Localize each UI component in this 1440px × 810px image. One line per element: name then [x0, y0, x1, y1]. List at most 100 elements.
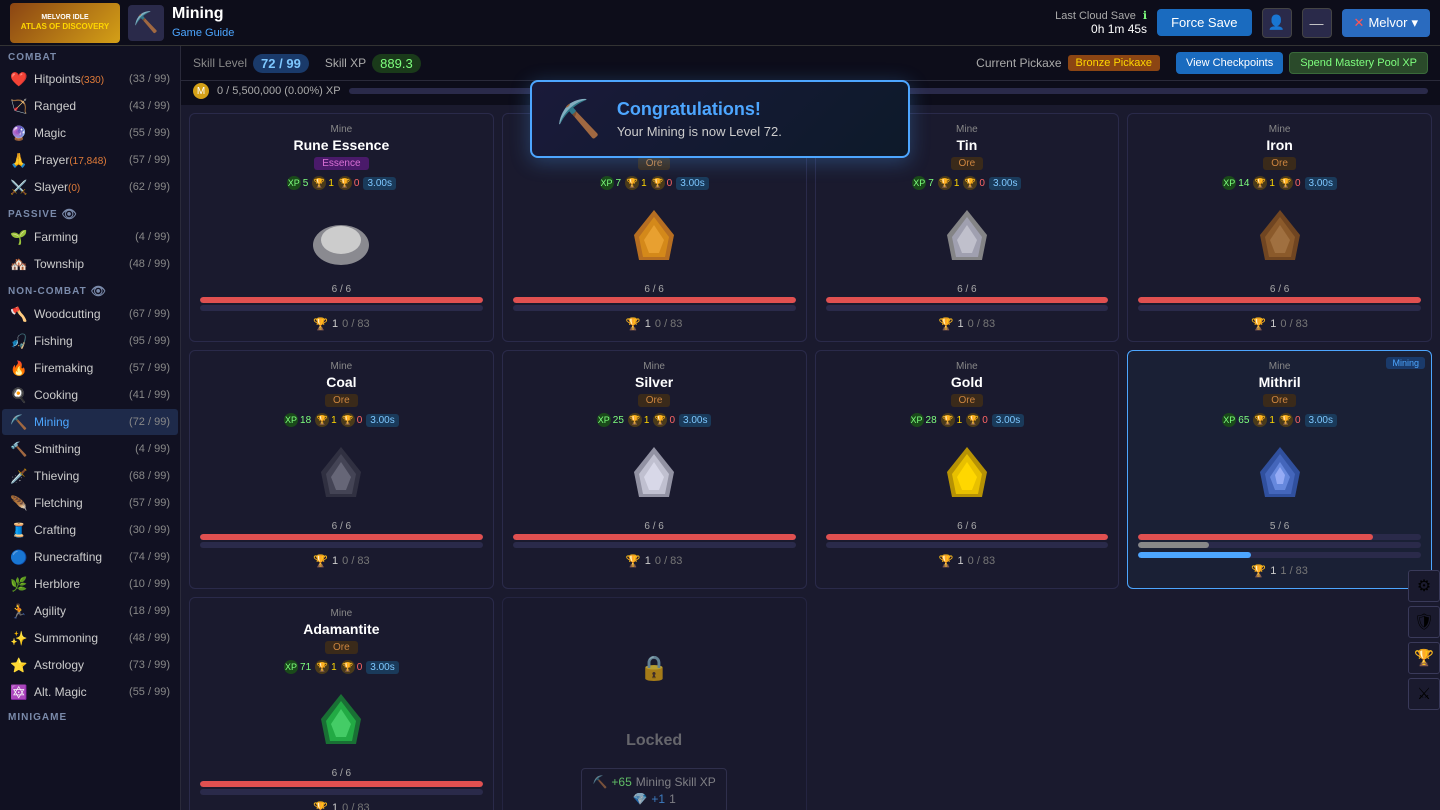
sidebar-item-runecrafting[interactable]: 🔵 Runecrafting (74 / 99)	[2, 544, 178, 570]
trophy-icon: 🏆	[1253, 176, 1267, 190]
mine-zero-stat: 🏆 0	[338, 176, 360, 190]
sidebar-item-fletching[interactable]: 🪶 Fletching (57 / 99)	[2, 490, 178, 516]
trophy-icon: 🏆	[625, 176, 639, 190]
mine-card-adamantite[interactable]: Mine Adamantite Ore XP 71 🏆 1 🏆 0	[189, 597, 494, 810]
sidebar: COMBAT ❤️ Hitpoints(330) (33 / 99) 🏹 Ran…	[0, 46, 181, 810]
mastery-value: 1	[958, 555, 964, 567]
mine-hp-fill	[1138, 534, 1373, 540]
sword-button[interactable]: ⚔	[1408, 678, 1440, 710]
mine-interval: 3.00s	[1305, 414, 1337, 427]
sidebar-item-woodcutting[interactable]: 🪓 Woodcutting (67 / 99)	[2, 301, 178, 327]
sidebar-item-herblore[interactable]: 🌿 Herblore (10 / 99)	[2, 571, 178, 597]
mine-card-coal[interactable]: Mine Coal Ore XP 18 🏆 1 🏆 0	[189, 350, 494, 589]
mine-card-locked[interactable]: 🔒 Locked ⛏️ +65 Mining Skill XP 💎 +1 1	[502, 597, 807, 810]
mine-hp-text: 6 / 6	[644, 284, 663, 295]
sidebar-item-magic[interactable]: 🔮 Magic (55 / 99)	[2, 120, 178, 146]
trophy-icon: 🏆	[628, 413, 642, 427]
mine-mastery-row: 🏆 1 0 / 83	[313, 317, 370, 331]
mine-name: Coal	[326, 374, 356, 390]
mine-action: Mine	[331, 361, 353, 372]
sidebar-item-ranged[interactable]: 🏹 Ranged (43 / 99)	[2, 93, 178, 119]
mine-stats-row: XP 28 🏆 1 🏆 0 3.00s	[910, 413, 1025, 427]
mine-zero-stat: 🏆 0	[341, 660, 363, 674]
sidebar-item-mining[interactable]: ⛏️ Mining (72 / 99)	[2, 409, 178, 435]
zero-icon: 🏆	[1279, 413, 1293, 427]
congratulations-popup: ⛏️ Congratulations! Your Mining is now L…	[530, 80, 910, 158]
mastery-progress-bar	[1138, 542, 1421, 548]
locked-text: Locked	[626, 732, 682, 750]
mine-xp-stat: XP 71	[284, 660, 311, 674]
mine-hp-fill	[200, 297, 483, 303]
spend-mastery-button[interactable]: Spend Mastery Pool XP	[1289, 52, 1428, 74]
sidebar-item-cooking[interactable]: 🍳 Cooking (41 / 99)	[2, 382, 178, 408]
mining-grid: Mine Rune Essence Essence XP 5 🏆 1 🏆 0	[181, 105, 1440, 810]
mine-card-iron[interactable]: Mine Iron Ore XP 14 🏆 1 🏆 0	[1127, 113, 1432, 342]
mine-progress-bar	[826, 542, 1109, 548]
ore-badge: Ore	[1263, 157, 1296, 170]
force-save-button[interactable]: Force Save	[1157, 9, 1251, 36]
sidebar-item-farming[interactable]: 🌱 Farming (4 / 99)	[2, 224, 178, 250]
mine-hp-bar	[200, 297, 483, 303]
trophy-button[interactable]: 🏆	[1408, 642, 1440, 674]
mine-mastery-row: 🏆 1 0 / 83	[313, 554, 370, 568]
zero-icon: 🏆	[966, 413, 980, 427]
view-checkpoints-button[interactable]: View Checkpoints	[1176, 52, 1283, 74]
mine-stats-row: XP 18 🏆 1 🏆 0 3.00s	[284, 413, 399, 427]
skill-guide-link[interactable]: Game Guide	[172, 27, 234, 39]
mine-zero-stat: 🏆 0	[651, 176, 673, 190]
mine-card-silver[interactable]: Mine Silver Ore XP 25 🏆 1 🏆 0	[502, 350, 807, 589]
mine-trophy-stat: 🏆 1	[625, 176, 647, 190]
sidebar-item-alt-magic[interactable]: 🔯 Alt. Magic (55 / 99)	[2, 679, 178, 705]
sidebar-item-crafting[interactable]: 🧵 Crafting (30 / 99)	[2, 517, 178, 543]
mine-card-rune-essence[interactable]: Mine Rune Essence Essence XP 5 🏆 1 🏆 0	[189, 113, 494, 342]
sidebar-item-summoning[interactable]: ✨ Summoning (48 / 99)	[2, 625, 178, 651]
mastery-progress-text: 0 / 83	[655, 318, 683, 330]
mine-zero-stat: 🏆 0	[653, 413, 675, 427]
menu-icon-btn[interactable]: —	[1302, 8, 1332, 38]
mastery-progress-text: 0 / 83	[342, 318, 370, 330]
trophy-icon: 🏆	[315, 660, 329, 674]
mine-card-mithril[interactable]: Mining Mine Mithril Ore XP 65 🏆 1 🏆 0	[1127, 350, 1432, 589]
sidebar-item-smithing[interactable]: 🔨 Smithing (4 / 99)	[2, 436, 178, 462]
mastery-progress-text: 0 / 83	[655, 555, 683, 567]
account-button[interactable]: ✕ Melvor ▾	[1342, 9, 1430, 37]
game-logo[interactable]: MELVOR IDLE ATLAS OF DISCOVERY	[10, 3, 120, 43]
congrats-text-area: Congratulations! Your Mining is now Leve…	[617, 99, 782, 139]
sidebar-item-fishing[interactable]: 🎣 Fishing (95 / 99)	[2, 328, 178, 354]
fishing-icon: 🎣	[10, 332, 28, 350]
gear-button[interactable]: ⚙	[1408, 570, 1440, 602]
sidebar-item-astrology[interactable]: ⭐ Astrology (73 / 99)	[2, 652, 178, 678]
mastery-value: 1	[332, 318, 338, 330]
skill-xp-display: Skill XP 889.3	[325, 54, 421, 73]
sidebar-item-hitpoints[interactable]: ❤️ Hitpoints(330) (33 / 99)	[2, 66, 178, 92]
sidebar-item-thieving[interactable]: 🗡️ Thieving (68 / 99)	[2, 463, 178, 489]
sidebar-item-slayer[interactable]: ⚔️ Slayer(0) (62 / 99)	[2, 174, 178, 200]
sidebar-item-prayer[interactable]: 🙏 Prayer(17,848) (57 / 99)	[2, 147, 178, 173]
shield-button[interactable]: 🛡	[1408, 606, 1440, 638]
mastery-value: 1	[332, 802, 338, 810]
mine-xp-stat: XP 14	[1222, 176, 1249, 190]
sidebar-item-agility[interactable]: 🏃 Agility (18 / 99)	[2, 598, 178, 624]
mine-hp-text: 5 / 6	[1270, 521, 1289, 532]
sidebar-item-township[interactable]: 🏘️ Township (48 / 99)	[2, 251, 178, 277]
ore-badge: Ore	[638, 394, 671, 407]
mastery-value: 1	[645, 318, 651, 330]
mine-interval: 3.00s	[989, 177, 1021, 190]
xp-icon: XP	[597, 413, 611, 427]
ore-badge: Ore	[951, 157, 984, 170]
mine-card-gold[interactable]: Mine Gold Ore XP 28 🏆 1 🏆 0	[815, 350, 1120, 589]
skill-xp-label: Skill XP	[325, 56, 366, 70]
mine-hp-text: 6 / 6	[644, 521, 663, 532]
mine-hp-text: 6 / 6	[332, 284, 351, 295]
skill-title-area: Mining Game Guide	[172, 5, 234, 41]
mine-interval: 3.00s	[676, 177, 708, 190]
pickaxe-label: Current Pickaxe	[976, 56, 1061, 70]
settings-icon-btn[interactable]: 👤	[1262, 8, 1292, 38]
pickaxe-display: Current Pickaxe Bronze Pickaxe	[976, 55, 1160, 71]
ore-badge: Ore	[325, 641, 358, 654]
mine-stats-row: XP 71 🏆 1 🏆 0 3.00s	[284, 660, 399, 674]
mine-mastery-row: 🏆 1 0 / 83	[1251, 317, 1308, 331]
sidebar-item-firemaking[interactable]: 🔥 Firemaking (57 / 99)	[2, 355, 178, 381]
mine-hp-text: 6 / 6	[332, 768, 351, 779]
mine-mastery-row: 🏆 1 0 / 83	[939, 317, 996, 331]
